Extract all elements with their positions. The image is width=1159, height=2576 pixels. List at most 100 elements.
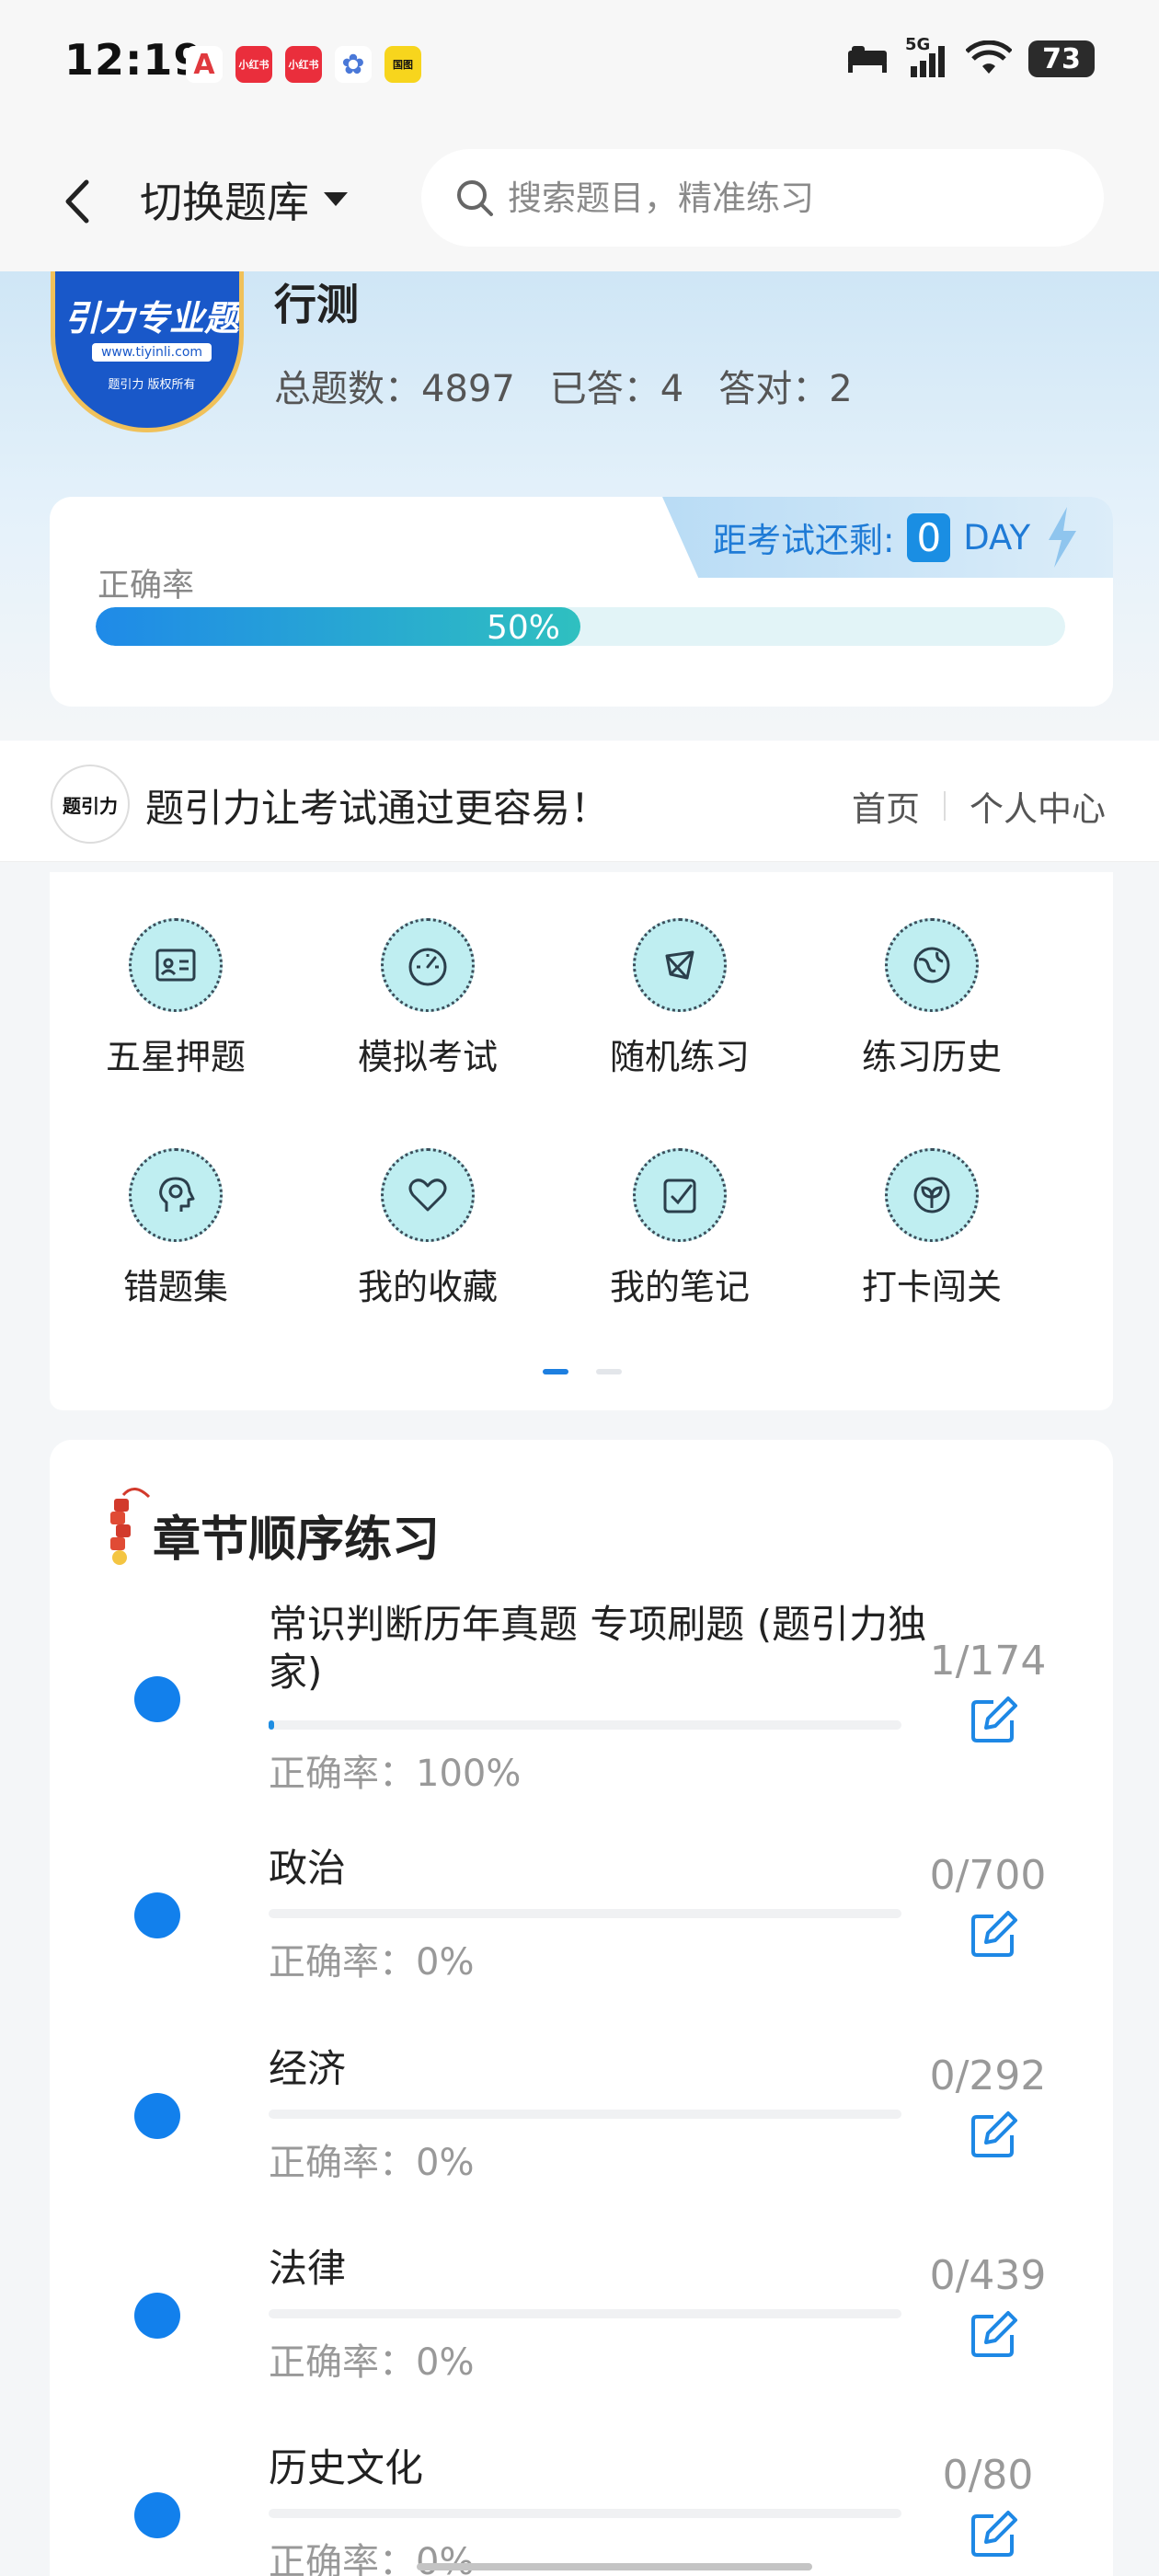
head-icon: [129, 1148, 223, 1242]
heart-icon: [381, 1148, 475, 1242]
bed-icon: [848, 46, 887, 73]
grid-item-favorites[interactable]: 我的收藏: [302, 1148, 554, 1309]
bank-logo-title: 引力专业题: [63, 298, 239, 339]
bank-stats: 总题数：4897 已答：4 答对：2: [274, 359, 853, 412]
chapter-name: 政治: [269, 1846, 347, 1891]
chapter-progress: [269, 1720, 901, 1730]
chapter-count: 0/439: [929, 2252, 1047, 2299]
edit-icon[interactable]: [966, 1907, 1021, 1962]
chapter-section-title: 章节顺序练习: [153, 1512, 441, 1568]
chapter-row[interactable]: 历史文化 正确率：0% 0/80: [50, 2444, 1113, 2576]
grid-item-random-practice[interactable]: 随机练习: [554, 918, 806, 1079]
sprout-icon: [885, 1148, 979, 1242]
chapter-progress-fill: [269, 1720, 274, 1730]
chapter-accuracy: 正确率：0%: [269, 2341, 475, 2384]
brand-logo-text: 题引力: [63, 794, 118, 817]
edit-icon[interactable]: [966, 2507, 1021, 2562]
signal-icon: 5G: [905, 35, 949, 79]
grid-item-history[interactable]: 练习历史: [806, 918, 1058, 1079]
chapter-name: 经济: [269, 2046, 347, 2091]
chapter-progress: [269, 2110, 901, 2119]
brand-logo: 题引力: [51, 765, 130, 844]
battery-indicator: 73: [1028, 40, 1095, 77]
grid-item-notes[interactable]: 我的笔记: [554, 1148, 806, 1309]
chapter-progress: [269, 2509, 901, 2518]
chapter-row[interactable]: 政治 正确率：0% 0/700: [50, 1845, 1113, 2010]
chapter-row[interactable]: 经济 正确率：0% 0/292: [50, 2045, 1113, 2211]
chapter-row[interactable]: 常识判断历年真题 专项刷题 (题引力独家) 正确率：100% 1/174: [50, 1601, 1113, 1799]
edit-icon[interactable]: [966, 2307, 1021, 2363]
network-label: 5G: [905, 35, 931, 54]
chapter-count: 0/700: [929, 1852, 1047, 1899]
grid-item-five-star[interactable]: 五星押题: [50, 918, 302, 1079]
divider: [944, 791, 946, 821]
chapter-bullet: [134, 1892, 180, 1938]
chapter-progress: [269, 2309, 901, 2318]
search-input[interactable]: [508, 178, 1060, 218]
answered-count: 已答：4: [549, 368, 684, 410]
grid-label: 我的笔记: [609, 1267, 750, 1307]
chapter-bullet: [134, 2492, 180, 2538]
app-guotu-icon: 国图: [384, 46, 421, 83]
wifi-icon: [966, 40, 1012, 74]
bank-logo-url: www.tiyinli.com: [92, 343, 212, 362]
chapter-bullet: [134, 2093, 180, 2139]
firecracker-icon: [110, 1488, 151, 1565]
grid-item-wrong-questions[interactable]: 错题集: [50, 1148, 302, 1309]
edit-icon[interactable]: [966, 1693, 1021, 1748]
brand-slogan: 题引力让考试通过更容易！: [145, 786, 610, 831]
id-card-icon: [129, 918, 223, 1012]
chapter-name: 法律: [269, 2246, 347, 2291]
bank-summary: 引力专业题 www.tiyinli.com 题引力 版权所有 行测 总题数：48…: [0, 271, 1159, 741]
lightning-icon: [1049, 507, 1077, 568]
brand-strip: 题引力 题引力让考试通过更容易！ 首页 个人中心: [0, 741, 1159, 862]
grid-item-checkin[interactable]: 打卡闯关: [806, 1148, 1058, 1309]
accuracy-bar-fill: 50%: [96, 607, 580, 646]
pager-dots: [543, 1369, 622, 1374]
app-notification-icon: A: [186, 46, 223, 83]
grid-label: 模拟考试: [357, 1037, 498, 1077]
accuracy-label: 正确率: [98, 568, 195, 604]
edit-icon[interactable]: [966, 2108, 1021, 2163]
accuracy-bar: 50%: [96, 607, 1065, 646]
xiaohongshu-icon: 小红书: [285, 46, 322, 83]
chapter-accuracy: 正确率：0%: [269, 1941, 475, 1984]
switch-bank-label: 切换题库: [140, 178, 309, 227]
grid-item-mock-exam[interactable]: 模拟考试: [302, 918, 554, 1079]
home-indicator[interactable]: [417, 2563, 812, 2570]
chapter-count: 0/292: [929, 2053, 1047, 2099]
chapter-bullet: [134, 1676, 180, 1722]
chapter-row[interactable]: 法律 正确率：0% 0/439: [50, 2245, 1113, 2410]
xiaohongshu-icon: 小红书: [235, 46, 272, 83]
chapter-name: 常识判断历年真题 专项刷题 (题引力独家): [269, 1602, 927, 1695]
grid-label: 打卡闯关: [861, 1267, 1002, 1307]
chapter-bullet: [134, 2293, 180, 2339]
speedometer-icon: [381, 918, 475, 1012]
profile-link[interactable]: 个人中心: [970, 781, 1106, 831]
chapter-accuracy: 正确率：100%: [269, 1753, 522, 1795]
countdown-label: 距考试还剩:: [713, 521, 895, 560]
grid-label: 我的收藏: [357, 1267, 498, 1307]
home-link[interactable]: 首页: [852, 781, 920, 831]
switch-bank-dropdown[interactable]: 切换题库: [140, 169, 350, 230]
countdown-days: 0: [907, 512, 951, 562]
flower-app-icon: ✿: [335, 46, 372, 83]
grid-label: 随机练习: [609, 1037, 750, 1077]
chapter-progress: [269, 1909, 901, 1918]
pager-dot-active[interactable]: [543, 1369, 568, 1374]
top-navigation: 切换题库: [0, 129, 1159, 271]
brand-links: 首页 个人中心: [852, 781, 1106, 831]
pager-dot[interactable]: [596, 1369, 622, 1374]
back-arrow-icon[interactable]: [55, 169, 101, 234]
search-icon: [457, 180, 493, 216]
countdown-unit: DAY: [963, 517, 1031, 558]
network-icon: [633, 918, 727, 1012]
exam-countdown: 距考试还剩: 0 DAY: [662, 497, 1113, 578]
grid-label: 练习历史: [861, 1037, 1002, 1077]
search-box[interactable]: [421, 149, 1104, 247]
grid-label: 错题集: [122, 1267, 228, 1307]
bank-logo-footer: 题引力 版权所有: [108, 378, 196, 392]
chapter-count: 0/80: [942, 2452, 1034, 2499]
bank-logo: 引力专业题 www.tiyinli.com 题引力 版权所有: [51, 271, 244, 432]
grid-label: 五星押题: [105, 1037, 246, 1077]
